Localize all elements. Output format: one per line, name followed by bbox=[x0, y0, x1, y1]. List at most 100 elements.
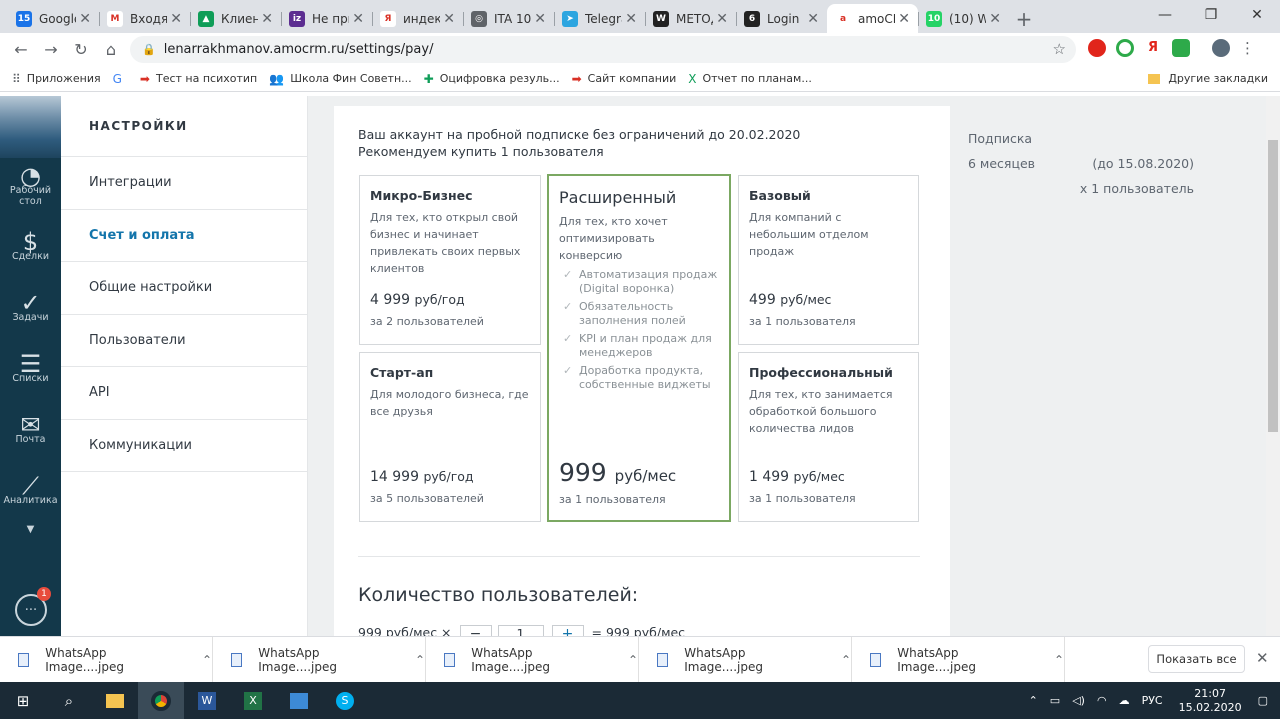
settings-item[interactable]: Счет и оплата bbox=[61, 210, 307, 262]
language-indicator[interactable]: РУС bbox=[1142, 694, 1163, 707]
back-icon[interactable]: ← bbox=[6, 40, 36, 59]
settings-item[interactable]: Общие настройки bbox=[61, 262, 307, 315]
bookmark-star-icon[interactable]: ☆ bbox=[1053, 40, 1066, 58]
home-icon[interactable]: ⌂ bbox=[96, 40, 126, 59]
chat-icon[interactable]: ··· 1 bbox=[15, 587, 51, 626]
summary-title: Подписка bbox=[968, 131, 1033, 146]
tab-close-icon[interactable]: ✕ bbox=[989, 11, 1001, 27]
tab-close-icon[interactable]: ✕ bbox=[807, 11, 819, 27]
increment-button[interactable]: + bbox=[551, 625, 584, 636]
nav-item[interactable]: ◔ Рабочий стол bbox=[0, 158, 61, 219]
windows-start-icon[interactable]: ⊞ bbox=[0, 682, 46, 719]
excel-icon[interactable]: X bbox=[230, 682, 276, 719]
plan-card-pro[interactable]: Профессиональный Для тех, кто занимается… bbox=[738, 352, 919, 522]
menu-dots-icon[interactable]: ⋮ bbox=[1240, 39, 1255, 57]
decrement-button[interactable]: − bbox=[459, 625, 492, 636]
tab-close-icon[interactable]: ✕ bbox=[716, 11, 728, 27]
notifications-icon[interactable]: ▢ bbox=[1258, 694, 1268, 707]
browser-tab[interactable]: 15 Google✕ bbox=[8, 4, 99, 33]
nav-item[interactable]: ⟋ Аналитика bbox=[0, 463, 61, 524]
chevron-up-icon[interactable]: ⌃ bbox=[202, 653, 212, 667]
browser-tab[interactable]: 10 (10) Wh✕ bbox=[918, 4, 1009, 33]
browser-tab[interactable]: M Входящ✕ bbox=[99, 4, 190, 33]
plan-card-basic[interactable]: Базовый Для компаний с небольшим отделом… bbox=[738, 175, 919, 345]
settings-item[interactable]: Интеграции bbox=[61, 157, 307, 210]
download-item[interactable]: WhatsApp Image....jpeg ⌃ bbox=[852, 636, 1065, 683]
settings-item[interactable]: Коммуникации bbox=[61, 420, 307, 472]
tab-close-icon[interactable]: ✕ bbox=[261, 11, 273, 27]
page-scrollbar[interactable] bbox=[1266, 96, 1280, 636]
tab-close-icon[interactable]: ✕ bbox=[352, 11, 364, 27]
plan-card-startup[interactable]: Старт-ап Для молодого бизнеса, где все д… bbox=[359, 352, 541, 522]
bookmark-item[interactable]: ⠿ Приложения bbox=[12, 72, 101, 86]
explorer-icon[interactable] bbox=[92, 682, 138, 719]
close-window-icon[interactable]: ✕ bbox=[1234, 0, 1280, 30]
wifi-icon[interactable]: ◠ bbox=[1097, 694, 1107, 707]
plan-card-extended[interactable]: Расширенный Для тех, кто хочет оптимизир… bbox=[547, 174, 731, 522]
browser-tab[interactable]: iz Не при✕ bbox=[281, 4, 372, 33]
browser-tab[interactable]: aamoCR✕ bbox=[827, 4, 918, 33]
tray-chevron-icon[interactable]: ⌃ bbox=[1029, 694, 1038, 707]
bookmark-item[interactable]: X Отчет по планам... bbox=[688, 72, 812, 86]
cloud-icon[interactable]: ☁ bbox=[1119, 694, 1130, 707]
settings-item[interactable]: API bbox=[61, 367, 307, 420]
network-app-icon[interactable] bbox=[276, 682, 322, 719]
browser-tab[interactable]: 6 Login ✕ bbox=[736, 4, 827, 33]
bookmark-item[interactable]: ➡ Тест на психотип bbox=[140, 72, 257, 86]
search-icon[interactable]: ⌕ bbox=[46, 682, 92, 719]
shield-extension-icon[interactable] bbox=[1172, 39, 1190, 57]
browser-tab[interactable]: W МЕТОД✕ bbox=[645, 4, 736, 33]
bookmark-item[interactable]: G bbox=[113, 72, 128, 86]
address-bar[interactable]: 🔒 lenarrakhmanov.amocrm.ru/settings/pay/… bbox=[130, 36, 1076, 63]
bookmark-item[interactable]: ➡ Сайт компании bbox=[572, 72, 677, 86]
download-item[interactable]: WhatsApp Image....jpeg ⌃ bbox=[639, 636, 852, 683]
opera-extension-icon[interactable] bbox=[1088, 39, 1106, 57]
chevron-up-icon[interactable]: ⌃ bbox=[415, 653, 425, 667]
tab-close-icon[interactable]: ✕ bbox=[898, 11, 910, 27]
chevron-up-icon[interactable]: ⌃ bbox=[841, 653, 851, 667]
download-item[interactable]: WhatsApp Image....jpeg ⌃ bbox=[426, 636, 639, 683]
record-extension-icon[interactable] bbox=[1116, 39, 1134, 57]
scrollbar-thumb[interactable] bbox=[1268, 140, 1278, 432]
tab-close-icon[interactable]: ✕ bbox=[534, 11, 546, 27]
reload-icon[interactable]: ↻ bbox=[66, 40, 96, 59]
tab-close-icon[interactable]: ✕ bbox=[79, 11, 91, 27]
volume-icon[interactable]: ◁) bbox=[1072, 694, 1085, 707]
download-item[interactable]: WhatsApp Image....jpeg ⌃ bbox=[213, 636, 426, 683]
tab-close-icon[interactable]: ✕ bbox=[625, 11, 637, 27]
tab-close-icon[interactable]: ✕ bbox=[170, 11, 182, 27]
plan-card-micro[interactable]: Микро-Бизнес Для тех, кто открыл свой би… bbox=[359, 175, 541, 345]
yandex-extension-icon[interactable]: Я bbox=[1144, 39, 1162, 57]
chrome-icon[interactable] bbox=[138, 682, 184, 719]
bookmark-item[interactable]: 👥 Школа Фин Советн... bbox=[269, 72, 411, 86]
tray-network-icon[interactable]: ▭ bbox=[1050, 694, 1060, 707]
download-item[interactable]: WhatsApp Image....jpeg ⌃ bbox=[0, 636, 213, 683]
clock[interactable]: 21:07 15.02.2020 bbox=[1179, 687, 1242, 715]
chevron-up-icon[interactable]: ⌃ bbox=[1054, 653, 1064, 667]
browser-tab[interactable]: ➤ Telegra✕ bbox=[554, 4, 645, 33]
nav-item[interactable]: ☰ Списки bbox=[0, 341, 61, 402]
other-bookmarks[interactable]: Другие закладки bbox=[1148, 72, 1268, 85]
maximize-icon[interactable]: ❐ bbox=[1188, 0, 1234, 30]
browser-tab[interactable]: ◎ ITA 100✕ bbox=[463, 4, 554, 33]
users-count-input[interactable]: 1 bbox=[497, 625, 544, 636]
skype-icon[interactable]: S bbox=[322, 682, 368, 719]
minimize-icon[interactable]: — bbox=[1142, 0, 1188, 30]
profile-avatar[interactable] bbox=[1212, 39, 1230, 57]
tab-close-icon[interactable]: ✕ bbox=[443, 11, 455, 27]
close-downloads-icon[interactable]: ✕ bbox=[1256, 649, 1269, 667]
nav-item[interactable]: ✓ Задачи bbox=[0, 280, 61, 341]
bookmark-item[interactable]: ✚ Оцифровка резуль... bbox=[424, 72, 560, 86]
browser-tab[interactable]: ▲ Клиент✕ bbox=[190, 4, 281, 33]
nav-item[interactable]: ✉ Почта bbox=[0, 402, 61, 463]
chevron-up-icon[interactable]: ⌃ bbox=[628, 653, 638, 667]
nav-item[interactable]: $ Сделки bbox=[0, 219, 61, 280]
new-tab-button[interactable]: + bbox=[1009, 4, 1039, 33]
settings-item[interactable]: Пользователи bbox=[61, 315, 307, 367]
browser-tab[interactable]: Яиндекс✕ bbox=[372, 4, 463, 33]
chevron-down-icon[interactable]: ▼ bbox=[0, 524, 61, 538]
forward-icon[interactable]: → bbox=[36, 40, 66, 59]
word-icon[interactable]: W bbox=[184, 682, 230, 719]
show-all-downloads-button[interactable]: Показать все bbox=[1148, 645, 1245, 673]
summary-period[interactable]: 6 месяцев bbox=[968, 151, 1035, 176]
